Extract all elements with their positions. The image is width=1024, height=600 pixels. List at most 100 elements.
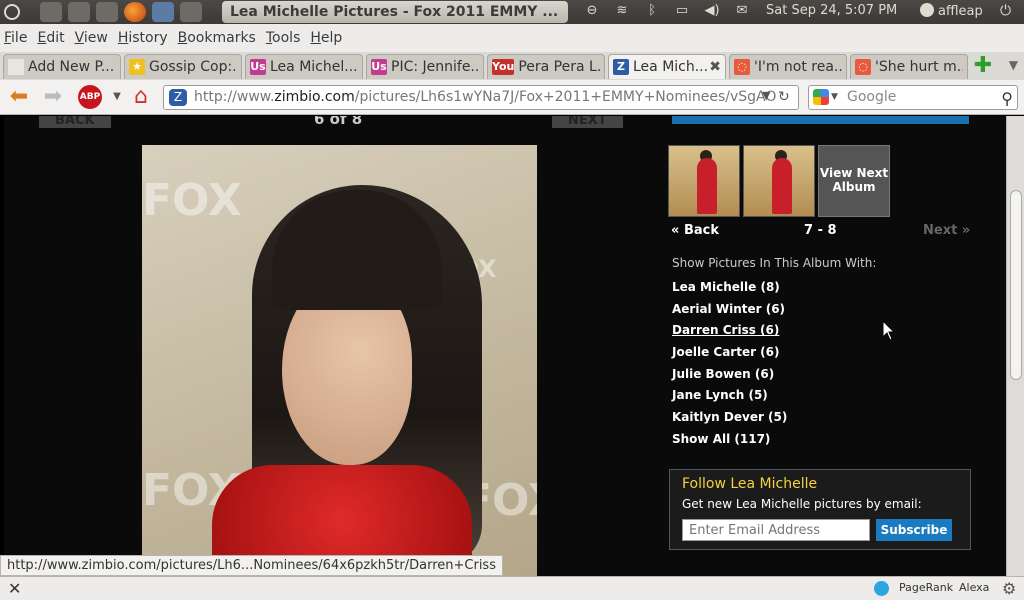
thumb-figure xyxy=(772,158,792,214)
tag-link[interactable]: Jane Lynch (5) xyxy=(672,387,787,409)
tab-8[interactable]: ◌ 'She hurt m... xyxy=(850,54,968,79)
tab-3[interactable]: Us Lea Michel... xyxy=(245,54,363,79)
gear-icon[interactable]: ⚙ xyxy=(1002,579,1016,598)
power-icon[interactable]: ⏻ xyxy=(1000,3,1011,19)
thumb-next-label: Next xyxy=(923,223,958,238)
url-dropdown-icon[interactable]: ▼ xyxy=(762,89,770,102)
alexa-label[interactable]: Alexa xyxy=(959,581,989,594)
network-icon[interactable]: ⊖ xyxy=(584,3,600,19)
tab-title: Gossip Cop:... xyxy=(149,59,237,75)
tab-title: Lea Michel... xyxy=(270,59,358,75)
tag-link[interactable]: Julie Bowen (6) xyxy=(672,366,787,388)
chevron-down-icon[interactable]: ▼ xyxy=(104,85,130,111)
pagerank-label[interactable]: PageRank xyxy=(899,581,953,594)
link-status-url: http://www.zimbio.com/pictures/Lh6...Nom… xyxy=(0,555,503,576)
search-icon[interactable]: ⚲ xyxy=(1001,87,1013,110)
back-arrow-icon[interactable]: ⬅ xyxy=(6,85,32,111)
battery-icon[interactable]: ▭ xyxy=(674,3,690,19)
thunderbird-icon[interactable] xyxy=(152,2,174,22)
url-prefix: http://www. xyxy=(194,89,275,105)
thumb-back-link[interactable]: « Back xyxy=(671,223,719,238)
ubuntu-logo-icon[interactable] xyxy=(4,4,20,20)
tab-4[interactable]: Us PIC: Jennife... xyxy=(366,54,484,79)
wifi-icon[interactable]: ≋ xyxy=(614,3,630,19)
tag-link[interactable]: Aerial Winter (6) xyxy=(672,301,787,323)
launcher-icon[interactable] xyxy=(68,2,90,22)
tag-link[interactable]: Show All (117) xyxy=(672,431,787,453)
tab-title: PIC: Jennife... xyxy=(391,59,479,75)
tag-link[interactable]: Darren Criss (6) xyxy=(672,322,787,344)
follow-subtitle: Get new Lea Michelle pictures by email: xyxy=(682,497,922,511)
launcher-icon[interactable] xyxy=(40,2,62,22)
tab-title: 'I'm not rea... xyxy=(754,59,842,75)
zimbio-icon: Z xyxy=(613,59,629,75)
tab-1[interactable]: Add New P... xyxy=(3,54,121,79)
tab-7[interactable]: ◌ 'I'm not rea... xyxy=(729,54,847,79)
menu-edit[interactable]: Edit xyxy=(37,30,64,46)
system-monitor-icon[interactable] xyxy=(180,2,202,22)
subscribe-button[interactable]: Subscribe xyxy=(876,519,952,541)
tag-link[interactable]: Lea Michelle (8) xyxy=(672,279,787,301)
thumbnail-photo[interactable] xyxy=(743,145,815,217)
page-counter: 6 of 8 xyxy=(314,116,363,128)
tab-strip: Add New P... ★ Gossip Cop:... Us Lea Michel.… xyxy=(0,52,1024,80)
volume-icon[interactable]: ◀) xyxy=(704,3,720,19)
bluetooth-icon[interactable]: ᛒ xyxy=(644,3,660,19)
zimbio-icon[interactable]: Z xyxy=(169,89,187,106)
panel-indicators: ⊖ ≋ ᛒ ▭ ◀) ✉ xyxy=(584,3,750,19)
search-bar[interactable]: ▼ Google ⚲ xyxy=(808,85,1018,110)
text-editor-icon[interactable] xyxy=(96,2,118,22)
close-icon[interactable]: ✕ xyxy=(8,579,21,598)
double-chevron-left-icon: « xyxy=(671,223,684,238)
thumbnail-photo[interactable] xyxy=(668,145,740,217)
tab-list-chevron-icon[interactable]: ▼ xyxy=(1009,58,1018,72)
menu-file[interactable]: File xyxy=(4,30,27,46)
mail-icon[interactable]: ✉ xyxy=(734,3,750,19)
email-field[interactable] xyxy=(682,519,870,541)
addon-bar: ✕ PageRank Alexa ⚙ xyxy=(0,576,1024,600)
firefox-icon[interactable] xyxy=(124,2,146,22)
panel-launchers xyxy=(40,2,202,22)
reload-icon[interactable]: ↻ xyxy=(778,89,790,105)
menu-view[interactable]: View xyxy=(75,30,108,46)
spinner-icon: ◌ xyxy=(734,59,750,75)
see-all-bar[interactable] xyxy=(672,116,969,124)
adblock-plus-icon[interactable]: ABP xyxy=(78,85,102,109)
menu-help[interactable]: Help xyxy=(310,30,342,46)
close-tab-icon[interactable]: ✖ xyxy=(709,59,721,75)
new-tab-plus-icon[interactable]: ✚ xyxy=(971,55,995,79)
gallery-area: BACK 6 of 8 NEXT FOX FOX FOX FOX View Ne… xyxy=(4,116,1006,576)
forward-arrow-icon[interactable]: ➡ xyxy=(40,85,66,111)
user-menu[interactable]: affleap xyxy=(920,3,983,19)
url-bar[interactable]: Z http://www.zimbio.com/pictures/Lh6s1wY… xyxy=(163,85,799,110)
clock[interactable]: Sat Sep 24, 5:07 PM xyxy=(766,3,897,18)
back-button[interactable]: BACK xyxy=(39,116,111,128)
next-button[interactable]: NEXT xyxy=(552,116,623,128)
tab-5[interactable]: YouPera Pera L... xyxy=(487,54,605,79)
menu-bookmarks[interactable]: Bookmarks xyxy=(178,30,256,46)
main-photo[interactable]: FOX FOX FOX FOX xyxy=(142,145,537,576)
page-content: BACK 6 of 8 NEXT FOX FOX FOX FOX View Ne… xyxy=(0,116,1006,576)
chevron-down-icon[interactable]: ▼ xyxy=(831,86,838,109)
tab-2[interactable]: ★ Gossip Cop:... xyxy=(124,54,242,79)
tag-link[interactable]: Joelle Carter (6) xyxy=(672,344,787,366)
username: affleap xyxy=(938,4,983,19)
url-path: /pictures/Lh6s1wYNa7J/Fox+2011+EMMY+Nomi… xyxy=(354,89,777,105)
tab-title: Lea Mich... xyxy=(633,59,708,75)
menu-history[interactable]: History xyxy=(118,30,168,46)
navigation-toolbar: ⬅ ➡ ABP ▼ ⌂ Z http://www.zimbio.com/pict… xyxy=(0,80,1024,115)
tag-link[interactable]: Kaitlyn Dever (5) xyxy=(672,409,787,431)
usmagazine-icon: Us xyxy=(250,59,266,75)
active-window-title[interactable]: Lea Michelle Pictures - Fox 2011 EMMY ..… xyxy=(222,1,568,23)
google-icon[interactable] xyxy=(813,89,829,105)
page-scrollbar[interactable] xyxy=(1006,116,1024,576)
home-icon[interactable]: ⌂ xyxy=(128,85,154,111)
thumb-range: 7 - 8 xyxy=(804,223,837,238)
pagerank-icon[interactable] xyxy=(874,581,889,596)
scrollbar-thumb[interactable] xyxy=(1010,190,1022,380)
fox-logo-watermark: FOX xyxy=(142,175,242,226)
star-icon: ★ xyxy=(129,59,145,75)
tab-6[interactable]: Z Lea Mich... ✖ xyxy=(608,54,726,79)
menu-tools[interactable]: Tools xyxy=(266,30,301,46)
view-next-album-button[interactable]: View Next Album xyxy=(818,145,890,217)
